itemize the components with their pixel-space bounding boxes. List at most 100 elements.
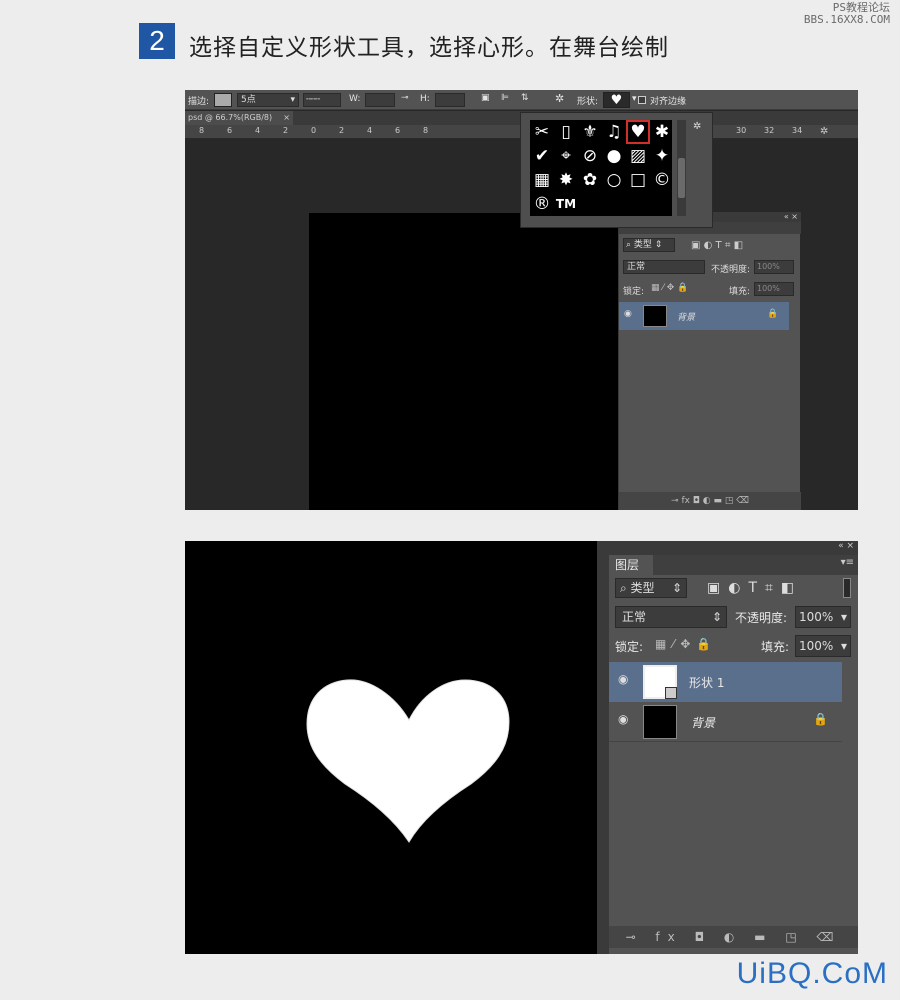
panel-footer-icons[interactable]: ⊸ fx ◘ ◐ ▬ ◳ ⌫ — [609, 926, 858, 948]
music-note-shape-icon[interactable]: ♫ — [602, 120, 626, 144]
scissors-shape-icon[interactable]: ✂ — [530, 120, 554, 144]
opacity-label: 不透明度: — [711, 265, 751, 275]
dashed-line-icon: ╌╌╌ — [306, 95, 320, 105]
opacity-value: 100% — [799, 610, 834, 624]
kind-filter-label: 类型 — [633, 240, 652, 250]
popup-scrollbar[interactable] — [677, 120, 686, 216]
fill-field[interactable]: 100% — [754, 282, 794, 296]
kind-filter-dropdown[interactable]: ⌕ 类型 ⇕ — [615, 578, 687, 598]
layer-row-background[interactable]: ◉ 背景 🔒 — [609, 702, 842, 742]
panel-footer-icons[interactable]: ⊸ fx ◘ ◐ ▬ ◳ ⌫ — [619, 492, 801, 510]
stroke-size-value: 5点 — [241, 95, 256, 105]
eye-icon[interactable]: ◉ — [624, 309, 632, 319]
frame-shape-icon[interactable]: ▯ — [554, 120, 578, 144]
lock-icon: 🔒 — [767, 309, 779, 319]
document-tab[interactable]: psd @ 66.7%(RGB/8) × — [185, 111, 293, 125]
target-shape-icon[interactable]: ⌖ — [554, 144, 578, 168]
width-field[interactable] — [365, 93, 395, 107]
path-ops-icon[interactable]: ▣ — [481, 93, 490, 103]
circle-shape-icon[interactable]: ○ — [602, 168, 626, 192]
layer-thumbnail — [643, 705, 677, 739]
opacity-field[interactable]: 100% — [754, 260, 794, 274]
gear-icon[interactable]: ✲ — [693, 121, 701, 132]
blend-mode-value: 正常 — [627, 262, 646, 272]
puzzle-shape-icon[interactable]: ✱ — [650, 120, 674, 144]
shape-grid: ✂ ▯ ⚜ ♫ ♥ ✱ ✔ ⌖ ⊘ ● ▨ ✦ ▦ ✸ ✿ ○ □ © ® TM — [530, 120, 672, 216]
opacity-field[interactable]: 100% ▾ — [795, 606, 851, 628]
ruler-tick: 8 — [423, 126, 429, 135]
square-shape-icon[interactable]: □ — [626, 168, 650, 192]
stroke-type-dropdown[interactable]: ╌╌╌ — [303, 93, 341, 107]
canvas[interactable] — [309, 213, 621, 510]
copyright-shape-icon[interactable]: © — [650, 168, 674, 192]
scroll-thumb[interactable] — [678, 158, 685, 198]
watermark-top: PS教程论坛 BBS.16XX8.COM — [804, 2, 890, 26]
filter-toggle[interactable] — [843, 578, 851, 598]
height-label: H: — [420, 94, 430, 104]
lock-icon: 🔒 — [813, 712, 828, 726]
gear-icon[interactable]: ✲ — [555, 92, 564, 105]
tab-layers-label: 图层 — [615, 558, 640, 572]
fill-field[interactable]: 100% ▾ — [795, 635, 851, 657]
chevron-down-icon: ▾ — [290, 95, 295, 105]
heart-shape-icon[interactable]: ♥ — [626, 120, 650, 144]
layer-row-background[interactable]: ◉ 背景 🔒 — [619, 302, 789, 330]
shape-picker-button[interactable]: ♥ — [603, 92, 630, 108]
ruler-tick: 0 — [311, 126, 317, 135]
heart-shape[interactable] — [305, 666, 515, 846]
filter-icons[interactable]: ▣◐T⌗◧ — [707, 580, 802, 596]
align-edges-checkbox[interactable] — [638, 96, 646, 104]
ruler-tick: 6 — [227, 126, 233, 135]
gear-icon[interactable]: ✲ — [820, 126, 828, 137]
panel-controls[interactable]: « × — [609, 541, 858, 555]
updown-icon: ⇕ — [671, 581, 682, 595]
close-icon[interactable]: × — [283, 111, 290, 125]
layer-name: 背景 — [691, 716, 716, 730]
kind-filter-label: 类型 — [630, 581, 655, 595]
blend-mode-dropdown[interactable]: 正常 ⇕ — [615, 606, 727, 628]
layer-thumbnail — [643, 305, 667, 327]
chevron-down-icon: ▾ — [840, 610, 847, 624]
blend-mode-dropdown[interactable]: 正常 — [623, 260, 705, 274]
shape-label: 形状: — [577, 97, 599, 107]
trademark-shape-icon[interactable]: TM — [554, 192, 578, 216]
ruler-tick: 2 — [283, 126, 289, 135]
checkmark-shape-icon[interactable]: ✔ — [530, 144, 554, 168]
chevron-down-icon[interactable]: ▾ — [632, 94, 637, 104]
checker-shape-icon[interactable]: ✦ — [650, 144, 674, 168]
filter-icons[interactable]: ▣ ◐ T ⌗ ◧ — [691, 240, 743, 251]
eye-icon[interactable]: ◉ — [618, 712, 628, 726]
blend-mode-value: 正常 — [622, 610, 647, 624]
hatch-pattern-shape-icon[interactable]: ▨ — [626, 144, 650, 168]
paw-shape-icon[interactable]: ✿ — [578, 168, 602, 192]
lock-icons[interactable]: ▦⁄✥🔒 — [655, 637, 717, 651]
kind-filter-dropdown[interactable]: ⌕ 类型 ⇕ — [623, 238, 675, 252]
height-field[interactable] — [435, 93, 465, 107]
stroke-swatch[interactable] — [214, 93, 232, 107]
speech-bubble-shape-icon[interactable]: ● — [602, 144, 626, 168]
grid-shape-icon[interactable]: ▦ — [530, 168, 554, 192]
lock-icons[interactable]: ▦ ⁄ ✥ 🔒 — [651, 283, 688, 293]
ruler-tick: 34 — [792, 126, 803, 135]
layer-row-shape[interactable]: ◉ 形状 1 — [609, 662, 842, 702]
document-tab-label: psd @ 66.7%(RGB/8) — [188, 113, 273, 122]
opacity-label: 不透明度: — [735, 611, 788, 625]
panel-menu-icon[interactable]: ▾≡ — [841, 557, 854, 568]
no-sign-shape-icon[interactable]: ⊘ — [578, 144, 602, 168]
fleur-de-lis-shape-icon[interactable]: ⚜ — [578, 120, 602, 144]
ruler-tick: 6 — [395, 126, 401, 135]
tab-layers[interactable]: 图层 — [609, 555, 653, 575]
path-align-icon[interactable]: ⊫ — [501, 93, 509, 103]
ruler-tick: 32 — [764, 126, 775, 135]
watermark-bottom: UiBQ.CoM — [736, 957, 888, 990]
layers-panel: « × 图层 ▾≡ ⌕ 类型 ⇕ ▣◐T⌗◧ 正常 ⇕ 不透明度: 100% ▾ 锁… — [597, 541, 858, 954]
path-arrange-icon[interactable]: ⇅ — [521, 93, 529, 103]
eye-icon[interactable]: ◉ — [618, 672, 628, 686]
link-icon[interactable]: ⊸ — [401, 93, 409, 103]
watermark-line-2: BBS.16XX8.COM — [803, 13, 890, 26]
stroke-size-field[interactable]: 5点 ▾ — [237, 93, 299, 107]
burst-shape-icon[interactable]: ✸ — [554, 168, 578, 192]
chevron-down-icon: ▾ — [840, 639, 847, 653]
ruler-tick: 8 — [199, 126, 205, 135]
registered-shape-icon[interactable]: ® — [530, 192, 554, 216]
